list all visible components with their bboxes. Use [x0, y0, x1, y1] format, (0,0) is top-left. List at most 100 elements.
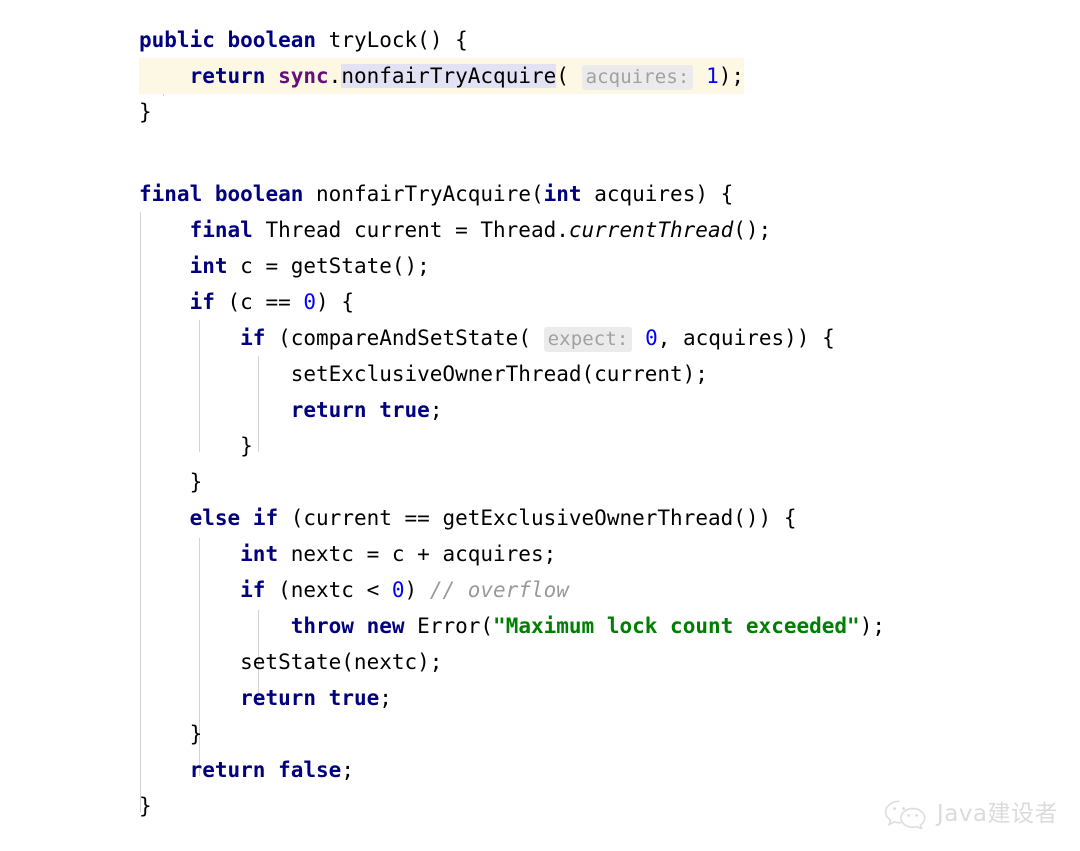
code-line[interactable]: setExclusiveOwnerThread(current);: [139, 356, 885, 392]
code-token: if: [252, 506, 279, 530]
code-token: Thread current = Thread.: [252, 218, 569, 242]
code-token: throw: [290, 614, 354, 638]
code-token: 0: [645, 326, 658, 350]
code-token: true: [328, 686, 380, 710]
code-line[interactable]: return true;: [139, 392, 885, 428]
code-token: acquires) {: [581, 182, 734, 206]
code-token: (current == getExclusiveOwnerThread()) {: [278, 506, 797, 530]
code-token: return: [240, 686, 317, 710]
code-token: ;: [379, 686, 392, 710]
code-token: 0: [391, 578, 405, 602]
code-token: final: [139, 182, 203, 206]
code-token: return: [189, 64, 266, 88]
code-token: ) {: [316, 290, 354, 314]
code-token: public: [139, 28, 215, 52]
code-block-tryLock[interactable]: public boolean tryLock() { return sync.n…: [139, 22, 853, 130]
code-token: boolean: [227, 28, 317, 52]
code-token: (c ==: [214, 290, 304, 314]
code-line[interactable]: if (nextc < 0) // overflow: [139, 572, 885, 608]
code-line[interactable]: }: [139, 94, 744, 130]
parameter-hint: acquires:: [581, 65, 694, 90]
highlighted-identifier: nonfairTryAcquire: [341, 64, 557, 88]
code-line[interactable]: }: [139, 464, 885, 500]
code-token: else: [189, 506, 241, 530]
watermark-text: Java建设者: [936, 800, 1058, 827]
code-token: tryLock() {: [316, 28, 468, 52]
code-line[interactable]: if (compareAndSetState( expect: 0, acqui…: [139, 320, 885, 356]
code-line[interactable]: int c = getState();: [139, 248, 885, 284]
code-token: int: [240, 542, 279, 566]
code-token: if: [240, 578, 266, 602]
parameter-hint: expect:: [543, 327, 633, 352]
code-token: 1: [706, 64, 719, 88]
code-token: );: [859, 614, 885, 638]
code-line[interactable]: return true;: [139, 680, 885, 716]
code-token: .: [328, 64, 342, 88]
code-token: ;: [429, 398, 443, 422]
code-line[interactable]: }: [139, 428, 885, 464]
code-token: final: [189, 218, 253, 242]
code-token: if: [189, 290, 215, 314]
code-line[interactable]: final boolean nonfairTryAcquire(int acqu…: [139, 176, 885, 212]
code-line[interactable]: return false;: [139, 752, 885, 788]
code-editor-canvas: public boolean tryLock() { return sync.n…: [0, 0, 1080, 851]
code-token: return: [189, 758, 266, 782]
code-token: c = getState();: [227, 254, 430, 278]
code-token: sync: [278, 64, 329, 88]
code-token: }: [139, 100, 152, 124]
code-token: (compareAndSetState(: [265, 326, 531, 350]
code-line[interactable]: if (c == 0) {: [139, 284, 885, 320]
code-token: // overflow: [429, 578, 569, 602]
code-token: , acquires)) {: [657, 326, 835, 350]
code-line[interactable]: public boolean tryLock() {: [139, 22, 744, 58]
code-line[interactable]: setState(nextc);: [139, 644, 885, 680]
code-token: Error(: [404, 614, 494, 638]
code-token: ): [404, 578, 430, 602]
code-line[interactable]: else if (current == getExclusiveOwnerThr…: [139, 500, 885, 536]
code-token: currentThread: [568, 218, 734, 242]
code-token: if: [240, 326, 266, 350]
code-token: ();: [733, 218, 772, 242]
code-line[interactable]: return sync.nonfairTryAcquire( acquires:…: [139, 58, 853, 94]
code-token: nonfairTryAcquire(: [303, 182, 544, 206]
code-line[interactable]: final Thread current = Thread.currentThr…: [139, 212, 885, 248]
code-block-nonfairTryAcquire[interactable]: final boolean nonfairTryAcquire( int acqu…: [139, 176, 885, 824]
wechat-icon: [883, 799, 929, 829]
code-token: nextc = c + acquires;: [278, 542, 557, 566]
code-token: "Maximum lock count exceeded": [493, 614, 860, 638]
code-line[interactable]: int nextc = c + acquires;: [139, 536, 885, 572]
code-token: setExclusiveOwnerThread(current);: [139, 362, 708, 386]
watermark: Java建设者: [883, 799, 1058, 829]
code-token: }: [139, 470, 203, 494]
code-token: true: [379, 398, 430, 422]
code-token: 0: [303, 290, 317, 314]
code-line[interactable]: throw new Error("Maximum lock count exce…: [139, 608, 885, 644]
code-token: false: [278, 758, 342, 782]
code-token: int: [189, 254, 228, 278]
code-line[interactable]: }: [139, 788, 885, 824]
code-line[interactable]: }: [139, 716, 885, 752]
code-token: }: [139, 434, 253, 458]
code-token: setState(nextc);: [139, 650, 443, 674]
code-token: new: [366, 614, 405, 638]
code-token: boolean: [214, 182, 304, 206]
